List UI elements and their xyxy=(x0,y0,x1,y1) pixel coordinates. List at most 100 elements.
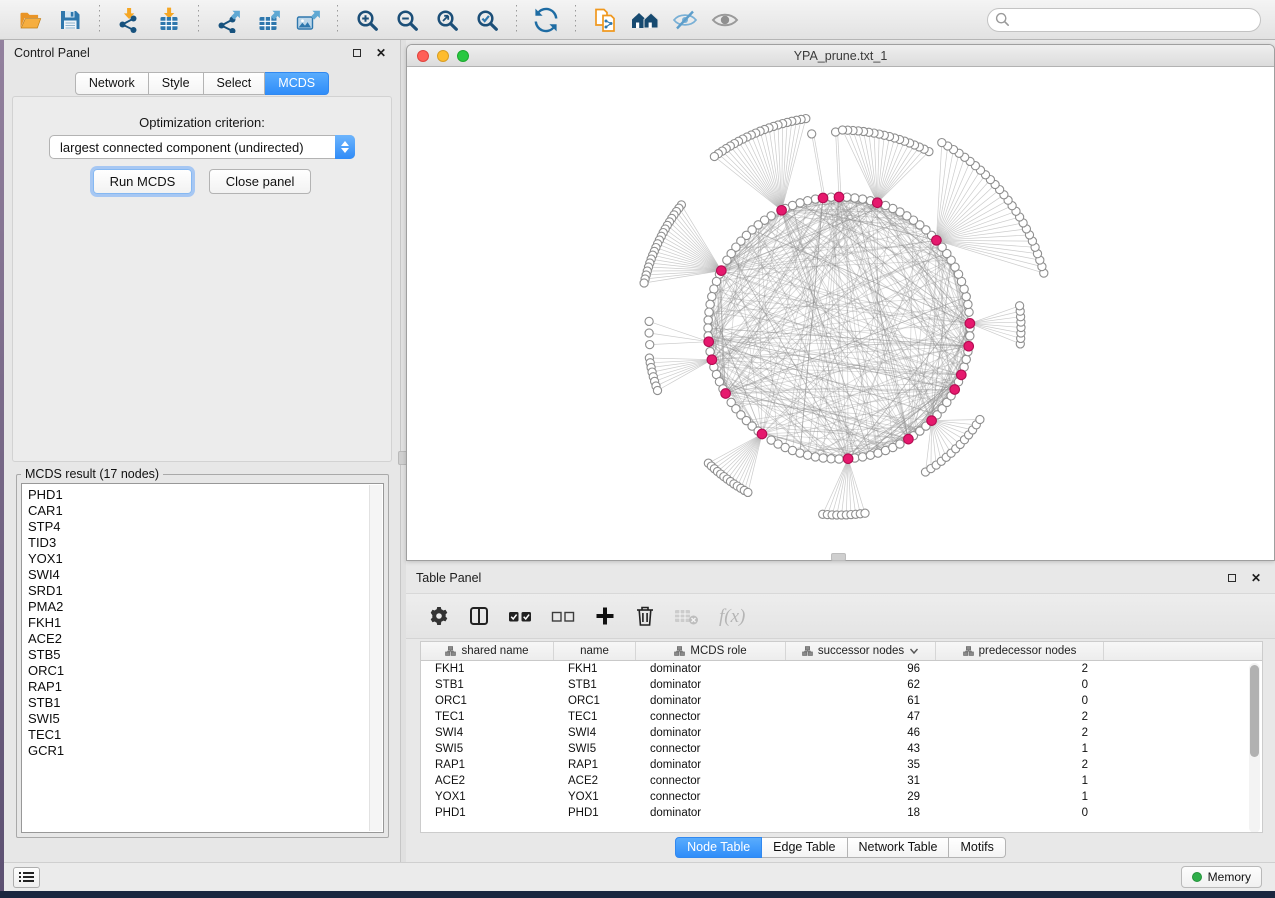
table-tab-motifs[interactable]: Motifs xyxy=(949,837,1005,858)
ring-node[interactable] xyxy=(965,308,973,316)
mcds-node[interactable] xyxy=(873,198,883,208)
table-settings-button[interactable] xyxy=(424,599,454,633)
column-header-name[interactable]: name xyxy=(554,642,636,660)
mcds-result-item[interactable]: GCR1 xyxy=(28,743,383,759)
toggle-panes-button[interactable] xyxy=(464,599,494,633)
table-row[interactable]: SWI4SWI4dominator462 xyxy=(421,725,1262,741)
ring-node[interactable] xyxy=(704,316,712,324)
import-network-button[interactable] xyxy=(112,4,146,36)
control-tab-select[interactable]: Select xyxy=(204,72,266,95)
mcds-list-scrollbar[interactable] xyxy=(369,485,382,831)
ring-node[interactable] xyxy=(803,451,811,459)
table-tab-edge-table[interactable]: Edge Table xyxy=(762,837,847,858)
delete-column-button[interactable] xyxy=(630,599,660,633)
control-tab-style[interactable]: Style xyxy=(149,72,204,95)
zoom-fit-button[interactable] xyxy=(430,4,464,36)
close-window-icon[interactable] xyxy=(417,50,429,62)
select-all-button[interactable] xyxy=(504,599,537,633)
duplicate-network-button[interactable] xyxy=(588,4,622,36)
mcds-node[interactable] xyxy=(957,370,967,380)
maximize-window-icon[interactable] xyxy=(457,50,469,62)
mcds-result-item[interactable]: PMA2 xyxy=(28,599,383,615)
table-scrollbar[interactable] xyxy=(1249,663,1260,833)
table-row[interactable]: STB1STB1dominator620 xyxy=(421,677,1262,693)
network-graph-canvas[interactable] xyxy=(407,67,1274,561)
ring-node[interactable] xyxy=(896,440,904,448)
memory-button[interactable]: Memory xyxy=(1181,866,1262,888)
mcds-result-item[interactable]: STP4 xyxy=(28,519,383,535)
close-table-panel-button[interactable]: ✕ xyxy=(1247,569,1265,587)
mcds-result-list[interactable]: PHD1CAR1STP4TID3YOX1SWI4SRD1PMA2FKH1ACE2… xyxy=(21,483,384,833)
mcds-result-item[interactable]: SRD1 xyxy=(28,583,383,599)
mcds-result-item[interactable]: ORC1 xyxy=(28,663,383,679)
mcds-result-item[interactable]: STB5 xyxy=(28,647,383,663)
leaf-node[interactable] xyxy=(640,279,648,287)
mcds-node[interactable] xyxy=(904,434,914,444)
leaf-node[interactable] xyxy=(653,386,661,394)
ring-node[interactable] xyxy=(819,454,827,462)
ring-node[interactable] xyxy=(858,453,866,461)
mcds-result-item[interactable]: STB1 xyxy=(28,695,383,711)
ring-node[interactable] xyxy=(705,308,713,316)
column-header-predecessor-nodes[interactable]: predecessor nodes xyxy=(936,642,1104,660)
ring-node[interactable] xyxy=(811,453,819,461)
close-panel-button[interactable]: ✕ xyxy=(372,44,390,62)
export-image-button[interactable] xyxy=(291,4,325,36)
leaf-node[interactable] xyxy=(646,341,654,349)
leaf-node[interactable] xyxy=(645,329,653,337)
show-all-button[interactable] xyxy=(708,4,742,36)
save-session-button[interactable] xyxy=(53,4,87,36)
ring-node[interactable] xyxy=(962,355,970,363)
ring-node[interactable] xyxy=(723,256,731,264)
leaf-node[interactable] xyxy=(861,509,869,517)
leaf-node[interactable] xyxy=(1016,302,1024,310)
add-column-button[interactable] xyxy=(590,599,620,633)
mcds-node[interactable] xyxy=(950,385,960,395)
horizontal-splitter-handle[interactable] xyxy=(831,553,846,561)
mcds-result-item[interactable]: CAR1 xyxy=(28,503,383,519)
network-graph[interactable] xyxy=(407,67,1274,561)
export-table-button[interactable] xyxy=(251,4,285,36)
first-neighbors-button[interactable] xyxy=(628,4,662,36)
mcds-node[interactable] xyxy=(704,337,714,347)
mcds-node[interactable] xyxy=(834,192,844,202)
hide-selected-button[interactable] xyxy=(668,4,702,36)
column-header-successor-nodes[interactable]: successor nodes xyxy=(786,642,936,660)
ring-node[interactable] xyxy=(827,455,835,463)
ring-node[interactable] xyxy=(858,195,866,203)
mcds-node[interactable] xyxy=(777,206,787,216)
control-tab-mcds[interactable]: MCDS xyxy=(265,72,329,95)
mcds-result-item[interactable]: TEC1 xyxy=(28,727,383,743)
table-row[interactable]: PHD1PHD1dominator180 xyxy=(421,805,1262,821)
ring-node[interactable] xyxy=(964,300,972,308)
column-header-shared-name[interactable]: shared name xyxy=(421,642,554,660)
zoom-out-button[interactable] xyxy=(390,4,424,36)
open-file-button[interactable] xyxy=(13,4,47,36)
scrollbar-thumb[interactable] xyxy=(1250,665,1259,757)
table-row[interactable]: FKH1FKH1dominator962 xyxy=(421,661,1262,677)
apply-layout-button[interactable] xyxy=(529,4,563,36)
leaf-node[interactable] xyxy=(710,152,718,160)
leaf-node[interactable] xyxy=(744,488,752,496)
mcds-node[interactable] xyxy=(843,454,853,464)
mcds-node[interactable] xyxy=(757,429,767,439)
deselect-all-button[interactable] xyxy=(547,599,580,633)
import-table-button[interactable] xyxy=(152,4,186,36)
ring-node[interactable] xyxy=(706,300,714,308)
mcds-node[interactable] xyxy=(818,193,828,203)
run-mcds-button[interactable]: Run MCDS xyxy=(93,169,193,194)
table-row[interactable]: RAP1RAP1dominator352 xyxy=(421,757,1262,773)
table-row[interactable]: ACE2ACE2connector311 xyxy=(421,773,1262,789)
table-tab-network-table[interactable]: Network Table xyxy=(848,837,950,858)
search-input[interactable] xyxy=(987,8,1261,32)
optimization-criterion-select[interactable]: largest connected component (undirected) xyxy=(49,135,355,159)
leaf-node[interactable] xyxy=(976,415,984,423)
mcds-result-item[interactable]: RAP1 xyxy=(28,679,383,695)
mcds-node[interactable] xyxy=(721,389,731,399)
mcds-result-item[interactable]: SWI5 xyxy=(28,711,383,727)
mcds-node[interactable] xyxy=(927,416,937,426)
ring-node[interactable] xyxy=(835,455,843,463)
zoom-in-button[interactable] xyxy=(350,4,384,36)
node-table[interactable]: shared namenameMCDS rolesuccessor nodesp… xyxy=(420,641,1263,833)
mcds-node[interactable] xyxy=(717,266,727,276)
